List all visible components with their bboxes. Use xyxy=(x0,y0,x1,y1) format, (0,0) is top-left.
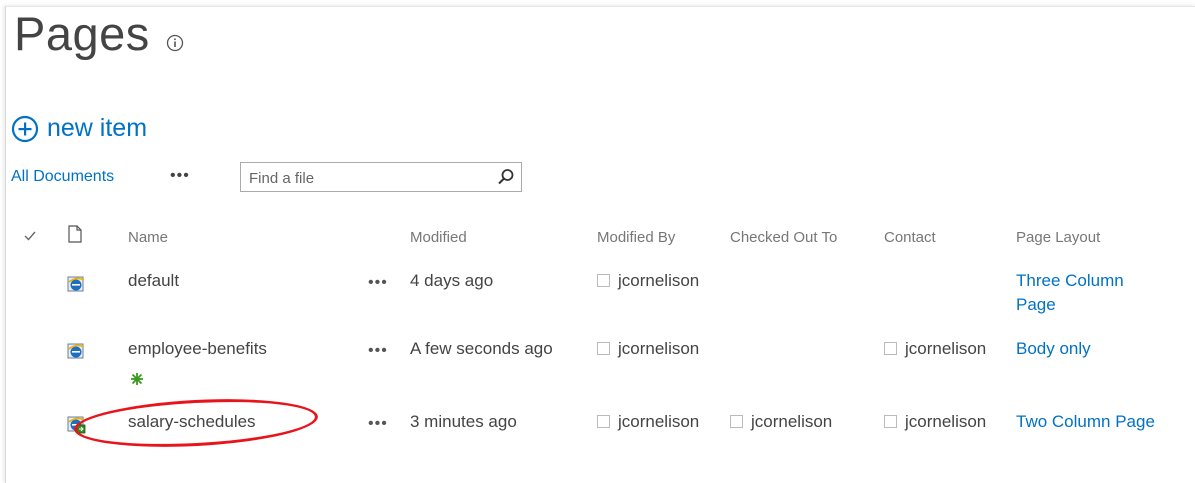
checked-out-to-name[interactable]: jcornelison xyxy=(751,412,832,431)
add-circle-icon xyxy=(11,115,39,142)
item-menu-button[interactable]: ••• xyxy=(368,342,388,360)
new-item-button[interactable]: new item xyxy=(11,114,147,143)
column-header-name[interactable]: Name xyxy=(128,229,168,246)
column-header-contact[interactable]: Contact xyxy=(884,229,936,246)
web-page-icon xyxy=(67,276,85,292)
checked-out-to-value[interactable]: jcornelison xyxy=(730,412,832,432)
modified-value: 3 minutes ago xyxy=(410,412,517,431)
modified-value: A few seconds ago xyxy=(410,339,553,358)
page-layout-link[interactable]: Two Column Page xyxy=(1016,412,1155,432)
modified-value: 4 days ago xyxy=(410,271,494,290)
modified-by-value[interactable]: jcornelison xyxy=(597,339,699,359)
modified-by-name[interactable]: jcornelison xyxy=(618,339,699,358)
contact-name[interactable]: jcornelison xyxy=(905,412,986,431)
column-header-page-layout[interactable]: Page Layout xyxy=(1016,229,1100,246)
search-icon[interactable] xyxy=(497,168,515,186)
presence-indicator xyxy=(884,342,897,355)
file-name-link[interactable]: salary-schedules xyxy=(128,412,256,432)
modified-by-name[interactable]: jcornelison xyxy=(618,271,699,290)
modified-by-value[interactable]: jcornelison xyxy=(597,412,699,432)
file-name-link[interactable]: default xyxy=(128,271,179,291)
modified-by-name[interactable]: jcornelison xyxy=(618,412,699,431)
search-input[interactable] xyxy=(247,167,491,189)
modified-by-value[interactable]: jcornelison xyxy=(597,271,699,291)
web-page-icon xyxy=(67,343,85,359)
item-menu-button[interactable]: ••• xyxy=(368,415,388,433)
item-menu-button[interactable]: ••• xyxy=(368,274,388,292)
view-all-documents[interactable]: All Documents xyxy=(11,168,114,186)
file-name-link[interactable]: employee-benefits xyxy=(128,339,267,359)
select-all-checkmark-icon[interactable] xyxy=(23,229,37,243)
presence-indicator xyxy=(597,342,610,355)
page-layout-link[interactable]: Body only xyxy=(1016,339,1091,359)
page-title: Pages xyxy=(14,7,150,60)
new-item-label: new item xyxy=(47,114,148,142)
contact-name[interactable]: jcornelison xyxy=(905,339,986,358)
presence-indicator xyxy=(597,274,610,287)
presence-indicator xyxy=(730,415,743,428)
page-layout-text-line2[interactable]: Page xyxy=(1016,295,1056,314)
column-header-modified-by[interactable]: Modified By xyxy=(597,229,675,246)
search-box xyxy=(240,162,522,192)
column-header-modified[interactable]: Modified xyxy=(410,229,467,246)
file-type-icon xyxy=(68,225,82,243)
presence-indicator xyxy=(597,415,610,428)
view-more-menu[interactable]: ••• xyxy=(170,167,190,185)
page-layout-text[interactable]: Three Column xyxy=(1016,271,1124,290)
presence-indicator xyxy=(884,415,897,428)
info-icon[interactable] xyxy=(166,34,184,52)
column-header-checked-out-to[interactable]: Checked Out To xyxy=(730,229,837,246)
contact-value[interactable]: jcornelison xyxy=(884,339,986,359)
checked-out-page-icon xyxy=(67,416,86,434)
page-layout-link[interactable]: Three Column Page xyxy=(1016,271,1124,318)
new-sparkle-icon xyxy=(131,373,143,385)
contact-value[interactable]: jcornelison xyxy=(884,412,986,432)
